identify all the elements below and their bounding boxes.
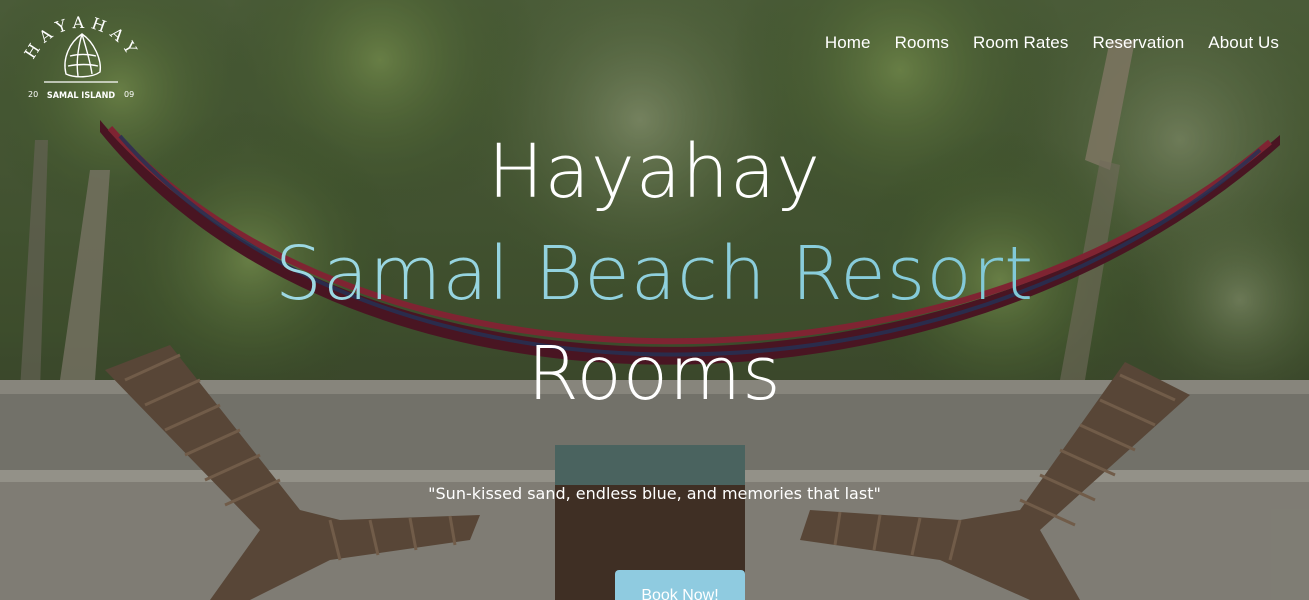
main-nav: Home Rooms Room Rates Reservation About … [825, 33, 1279, 53]
seashell-logo-icon: HAYAHAY 20 SAMAL ISLAND 09 [20, 13, 137, 101]
nav-item-room-rates[interactable]: Room Rates [973, 33, 1068, 53]
logo-year-left: 20 [28, 90, 38, 99]
nav-item-about-us[interactable]: About Us [1208, 33, 1279, 53]
resort-logo[interactable]: HAYAHAY 20 SAMAL ISLAND 09 [18, 12, 144, 104]
logo-bottom-text: SAMAL ISLAND [47, 91, 115, 101]
hero-title-line-3: Rooms [527, 331, 782, 417]
hero-section: HAYAHAY 20 SAMAL ISLAND 09 Home Rooms Ro… [0, 0, 1309, 600]
nav-item-reservation[interactable]: Reservation [1092, 33, 1184, 53]
hero-tagline: "Sun-kissed sand, endless blue, and memo… [428, 484, 881, 503]
hero-title-line-1: Hayahay [487, 129, 822, 215]
nav-item-rooms[interactable]: Rooms [895, 33, 949, 53]
book-now-button[interactable]: Book Now! [615, 570, 745, 600]
hero-title-line-2: Samal Beach Resort [0, 230, 1309, 318]
logo-year-right: 09 [124, 90, 134, 99]
nav-item-home[interactable]: Home [825, 33, 871, 53]
